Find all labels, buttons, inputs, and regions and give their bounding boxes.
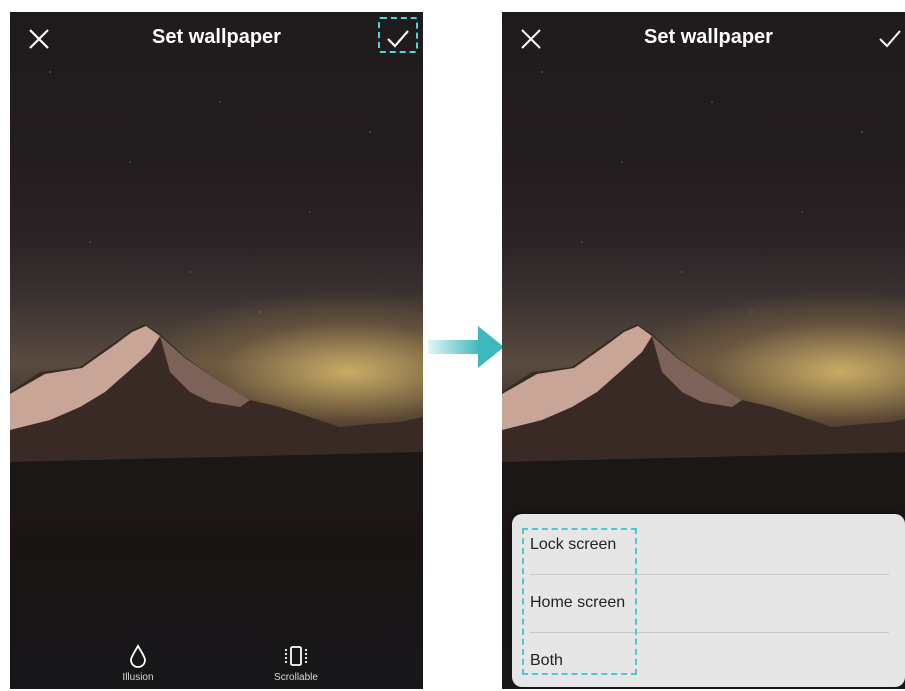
right-phone-screen: Set wallpaper Lock screen Home screen Bo…: [502, 12, 905, 689]
menu-options-highlight: [522, 528, 637, 675]
page-title: Set wallpaper: [644, 26, 773, 48]
illusion-label: Illusion: [122, 672, 154, 683]
scrollable-label: Scrollable: [274, 672, 318, 683]
mountain-wallpaper: [502, 324, 905, 512]
transition-arrow-icon: [428, 326, 504, 368]
droplet-icon: [130, 644, 146, 668]
illusion-option[interactable]: Illusion: [98, 644, 178, 683]
close-icon[interactable]: [26, 26, 52, 52]
mountain-wallpaper: [10, 324, 423, 512]
left-phone-screen: Set wallpaper Illusion Scrollable: [10, 12, 423, 689]
close-icon[interactable]: [518, 26, 544, 52]
scrollable-icon: [285, 646, 307, 666]
set-wallpaper-menu: Lock screen Home screen Both: [512, 514, 905, 687]
scrollable-option[interactable]: Scrollable: [256, 644, 336, 683]
checkmark-icon[interactable]: [877, 26, 903, 52]
checkmark-icon[interactable]: [385, 26, 411, 52]
page-title: Set wallpaper: [152, 26, 281, 48]
